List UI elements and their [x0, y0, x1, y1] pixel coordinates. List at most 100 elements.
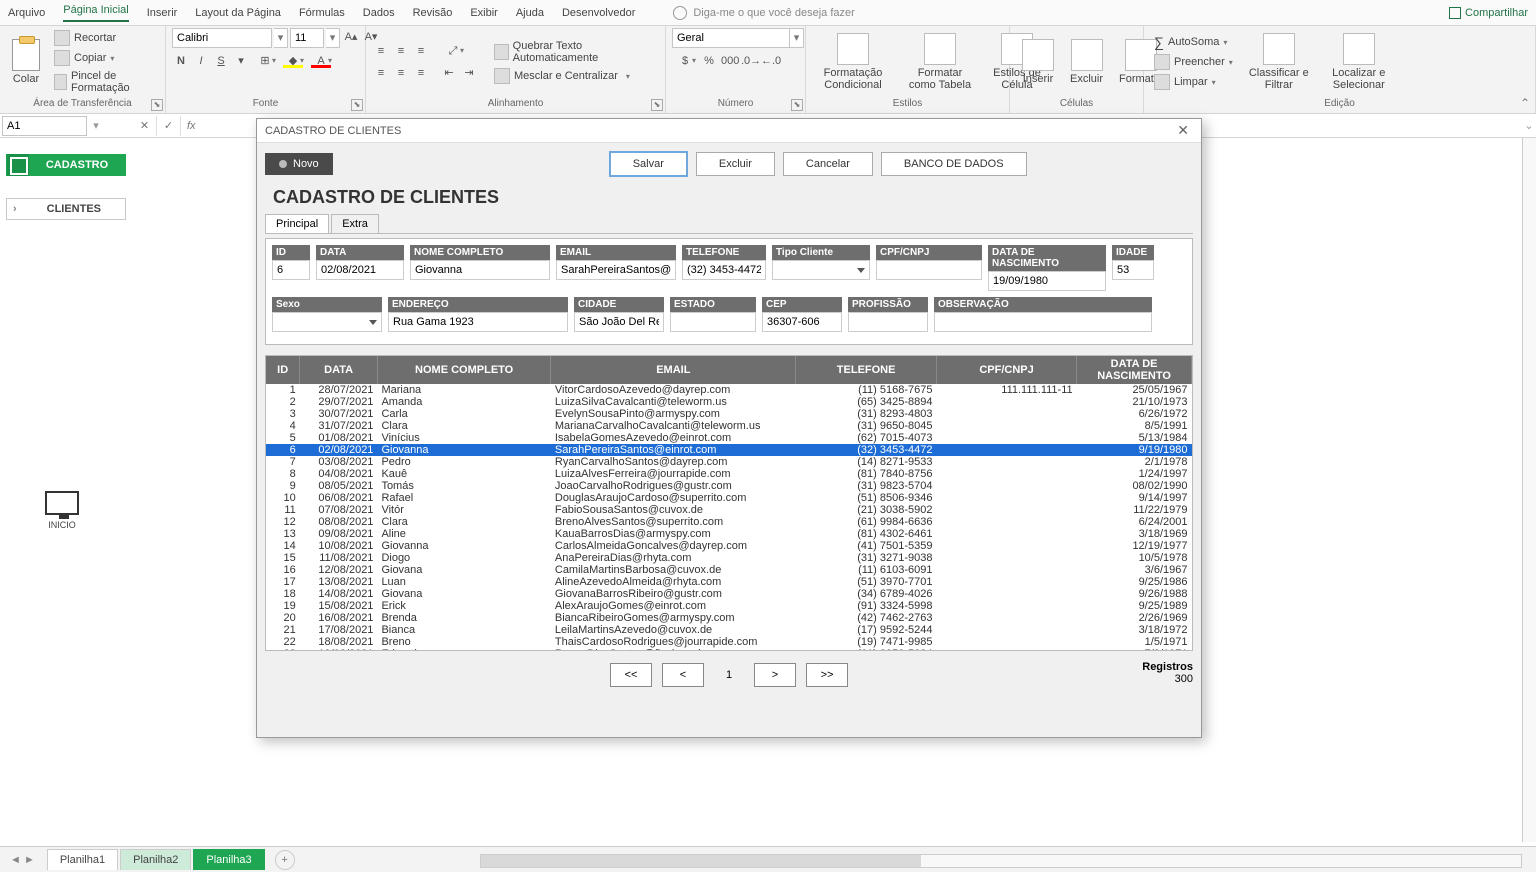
- horizontal-scrollbar[interactable]: [480, 854, 1522, 868]
- font-size-select[interactable]: 11: [290, 28, 324, 48]
- fill-button[interactable]: Preencher▾: [1150, 53, 1237, 71]
- table-row[interactable]: 1107/08/2021VitórFabioSousaSantos@cuvox.…: [266, 504, 1192, 516]
- menu-arquivo[interactable]: Arquivo: [8, 7, 45, 19]
- decrease-indent-button[interactable]: ⇤: [440, 64, 458, 82]
- table-row[interactable]: 1511/08/2021DiogoAnaPereiraDias@rhyta.co…: [266, 552, 1192, 564]
- bold-button[interactable]: N: [172, 52, 190, 70]
- cancel-formula-button[interactable]: ✕: [133, 116, 157, 136]
- underline-button[interactable]: S: [212, 52, 230, 70]
- delete-cells-button[interactable]: Excluir: [1064, 37, 1109, 87]
- dialog-titlebar[interactable]: CADASTRO DE CLIENTES ✕: [257, 119, 1201, 143]
- chevron-down-icon[interactable]: ▾: [89, 119, 103, 132]
- align-right-button[interactable]: ≡: [412, 64, 430, 82]
- comma-button[interactable]: 000: [720, 52, 738, 70]
- table-row[interactable]: 602/08/2021GiovannaSarahPereiraSantos@ei…: [266, 444, 1192, 456]
- nav-cadastro-button[interactable]: CADASTRO: [6, 154, 126, 176]
- field-input[interactable]: [988, 271, 1106, 291]
- share-button[interactable]: Compartilhar: [1449, 7, 1528, 19]
- salvar-button[interactable]: Salvar: [609, 151, 688, 177]
- field-input[interactable]: [316, 260, 404, 280]
- increase-font-button[interactable]: A▴: [342, 28, 360, 46]
- tell-me-search[interactable]: Diga-me o que você deseja fazer: [673, 6, 854, 20]
- table-row[interactable]: 128/07/2021MarianaVitorCardosoAzevedo@da…: [266, 384, 1192, 396]
- font-color-button[interactable]: A: [308, 52, 334, 70]
- table-row[interactable]: 431/07/2021ClaraMarianaCarvalhoCavalcant…: [266, 420, 1192, 432]
- table-row[interactable]: 1612/08/2021GiovanaCamilaMartinsBarbosa@…: [266, 564, 1192, 576]
- column-header[interactable]: EMAIL: [551, 356, 796, 384]
- align-center-button[interactable]: ≡: [392, 64, 410, 82]
- align-left-button[interactable]: ≡: [372, 64, 390, 82]
- clipboard-dialog-launcher[interactable]: ⬊: [151, 99, 163, 111]
- cut-button[interactable]: Recortar: [50, 29, 159, 47]
- table-row[interactable]: 2319/08/2021EduardoRenanDiasSantos@fleck…: [266, 648, 1192, 651]
- add-sheet-button[interactable]: +: [275, 850, 295, 870]
- column-header[interactable]: ID: [266, 356, 300, 384]
- table-row[interactable]: 703/08/2021PedroRyanCarvalhoSantos@dayre…: [266, 456, 1192, 468]
- table-row[interactable]: 1915/08/2021ErickAlexAraujoGomes@einrot.…: [266, 600, 1192, 612]
- field-input[interactable]: [574, 312, 664, 332]
- field-input[interactable]: [682, 260, 766, 280]
- table-row[interactable]: 1814/08/2021GiovanaGiovanaBarrosRibeiro@…: [266, 588, 1192, 600]
- field-input[interactable]: [876, 260, 982, 280]
- wrap-text-button[interactable]: Quebrar Texto Automaticamente: [490, 39, 659, 65]
- column-header[interactable]: CPF/CNPJ: [936, 356, 1076, 384]
- table-row[interactable]: 804/08/2021KauêLuizaAlvesFerreira@jourra…: [266, 468, 1192, 480]
- menu-página-inicial[interactable]: Página Inicial: [63, 4, 128, 22]
- table-row[interactable]: 2117/08/2021BiancaLeilaMartinsAzevedo@cu…: [266, 624, 1192, 636]
- nav-inicio-button[interactable]: [42, 488, 82, 518]
- fill-color-button[interactable]: ◆: [280, 52, 306, 70]
- borders-button[interactable]: ⊞: [252, 52, 278, 70]
- table-row[interactable]: 1713/08/2021LuanAlineAzevedoAlmeida@rhyt…: [266, 576, 1192, 588]
- column-header[interactable]: TELEFONE: [796, 356, 937, 384]
- field-input[interactable]: [410, 260, 550, 280]
- field-input[interactable]: [272, 312, 382, 332]
- tab-principal[interactable]: Principal: [265, 214, 329, 233]
- field-input[interactable]: [762, 312, 842, 332]
- field-input[interactable]: [934, 312, 1152, 332]
- paste-button[interactable]: Colar: [6, 37, 46, 87]
- table-row[interactable]: 501/08/2021ViníciusIsabelaGomesAzevedo@e…: [266, 432, 1192, 444]
- chevron-down-icon[interactable]: ▾: [326, 28, 340, 48]
- italic-button[interactable]: I: [192, 52, 210, 70]
- merge-center-button[interactable]: Mesclar e Centralizar▾: [490, 67, 659, 85]
- sheet-tab[interactable]: Planilha1: [47, 849, 118, 870]
- first-page-button[interactable]: <<: [610, 663, 652, 687]
- sheet-tab[interactable]: Planilha3: [193, 849, 264, 870]
- table-row[interactable]: 1309/08/2021AlineKauaBarrosDias@armyspy.…: [266, 528, 1192, 540]
- align-middle-button[interactable]: ≡: [392, 42, 410, 60]
- menu-desenvolvedor[interactable]: Desenvolvedor: [562, 7, 635, 19]
- chevron-down-icon[interactable]: ▾: [790, 28, 804, 48]
- find-select-button[interactable]: Localizar e Selecionar: [1321, 31, 1397, 93]
- autosum-button[interactable]: ∑AutoSoma▾: [1150, 33, 1237, 51]
- sort-filter-button[interactable]: Classificar e Filtrar: [1241, 31, 1317, 93]
- font-name-select[interactable]: Calibri: [172, 28, 272, 48]
- excluir-button[interactable]: Excluir: [696, 152, 775, 176]
- menu-fórmulas[interactable]: Fórmulas: [299, 7, 345, 19]
- increase-indent-button[interactable]: ⇥: [460, 64, 478, 82]
- field-input[interactable]: [556, 260, 676, 280]
- sheet-tab[interactable]: Planilha2: [120, 849, 191, 870]
- column-header[interactable]: NOME COMPLETO: [377, 356, 550, 384]
- table-row[interactable]: 2016/08/2021BrendaBiancaRibeiroGomes@arm…: [266, 612, 1192, 624]
- table-row[interactable]: 1410/08/2021GiovannaCarlosAlmeidaGoncalv…: [266, 540, 1192, 552]
- menu-dados[interactable]: Dados: [363, 7, 395, 19]
- collapse-ribbon-button[interactable]: ⌃: [1520, 96, 1530, 110]
- fx-icon[interactable]: fx: [181, 120, 202, 132]
- next-page-button[interactable]: >: [754, 663, 796, 687]
- menu-revisão[interactable]: Revisão: [413, 7, 453, 19]
- table-row[interactable]: 1006/08/2021RafaelDouglasAraujoCardoso@s…: [266, 492, 1192, 504]
- font-dialog-launcher[interactable]: ⬊: [351, 99, 363, 111]
- table-row[interactable]: 1208/08/2021ClaraBrenoAlvesSantos@superr…: [266, 516, 1192, 528]
- sheet-nav[interactable]: ◄ ►: [10, 854, 35, 866]
- copy-button[interactable]: Copiar▾: [50, 49, 159, 67]
- orientation-button[interactable]: ⤢: [440, 42, 466, 60]
- conditional-formatting-button[interactable]: Formatação Condicional: [812, 31, 894, 93]
- column-header[interactable]: DATA: [300, 356, 378, 384]
- field-input[interactable]: [1112, 260, 1154, 280]
- close-icon[interactable]: ✕: [1173, 122, 1193, 139]
- name-box[interactable]: A1: [2, 116, 87, 136]
- number-dialog-launcher[interactable]: ⬊: [791, 99, 803, 111]
- menu-inserir[interactable]: Inserir: [147, 7, 178, 19]
- format-as-table-button[interactable]: Formatar como Tabela: [898, 31, 982, 93]
- menu-exibir[interactable]: Exibir: [470, 7, 498, 19]
